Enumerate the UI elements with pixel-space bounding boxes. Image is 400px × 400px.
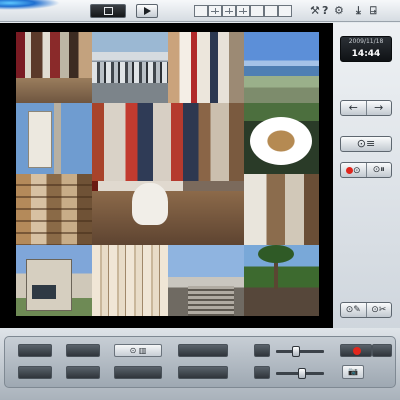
camera-5-view[interactable] — [16, 103, 92, 174]
alarm-record-button[interactable] — [340, 344, 372, 357]
layout-16-button[interactable] — [236, 5, 250, 17]
camera-3-view[interactable] — [168, 32, 244, 103]
brightness-slider-knob[interactable] — [292, 346, 300, 357]
camera-13-view[interactable] — [244, 245, 319, 316]
camera-7-view[interactable] — [244, 103, 319, 174]
camera-9-view[interactable] — [244, 174, 319, 245]
record-indicator-icon — [353, 347, 361, 355]
camera-tools-button[interactable]: ⊙✂ — [365, 303, 392, 317]
layout-1-button[interactable] — [194, 5, 208, 17]
alarm-stop-button[interactable] — [372, 344, 392, 357]
brightness-slider-track[interactable] — [276, 350, 324, 353]
ptz-up-left-button[interactable] — [18, 344, 52, 357]
layout-16-icon — [239, 8, 247, 14]
zoom-icon: ⊙ ▥ — [129, 346, 147, 355]
dog-figure — [132, 183, 168, 225]
volume-button[interactable] — [254, 366, 270, 379]
layout-4-button[interactable] — [208, 5, 222, 17]
camera-edit-button[interactable]: ⊙✎ — [341, 303, 366, 317]
layout-9-button[interactable] — [222, 5, 236, 17]
clock-date: 2009/11/18 — [348, 38, 384, 45]
camera-6-view[interactable] — [92, 103, 244, 245]
prev-page-button[interactable]: ← — [341, 101, 366, 115]
record-controls: ⊙ ⊙⏸ — [340, 162, 392, 178]
camera-8-view[interactable] — [16, 174, 92, 245]
auto-mode-button[interactable] — [178, 366, 228, 379]
record-pause-button[interactable]: ⊙⏸ — [365, 163, 392, 177]
ptz-up-button[interactable] — [66, 344, 100, 357]
camera-11-view[interactable] — [92, 245, 168, 316]
snapshot-button[interactable] — [264, 5, 278, 17]
zoom-button[interactable] — [250, 5, 264, 17]
record-dot-icon — [345, 166, 353, 174]
camera-10-view[interactable] — [16, 245, 92, 316]
zoom-control-button[interactable]: ⊙ ▥ — [114, 344, 162, 357]
camera-settings-controls: ⊙✎ ⊙✂ — [340, 302, 392, 318]
camera-12-view[interactable] — [168, 245, 244, 316]
fullscreen-button[interactable] — [278, 5, 292, 17]
ptz-down-left-button[interactable] — [18, 366, 52, 379]
preset-button[interactable] — [114, 366, 162, 379]
camera-4-view[interactable] — [244, 32, 319, 103]
live-view-button[interactable] — [90, 4, 126, 18]
camera-icon: 📷 — [348, 367, 358, 376]
camera-1-view[interactable] — [16, 32, 92, 103]
record-button[interactable]: ⊙ — [341, 163, 366, 177]
tools-icon[interactable]: ⚒ — [310, 4, 320, 18]
layout-4-icon — [211, 8, 219, 14]
download-icon[interactable]: ⤓ — [356, 4, 361, 18]
play-icon — [144, 7, 151, 15]
exit-icon[interactable]: ⍈ — [370, 4, 377, 18]
sequence-button[interactable]: ⊙≡ — [340, 136, 392, 152]
sequence-icon: ⊙≡ — [356, 137, 376, 150]
setup-icon[interactable]: ⚙ — [334, 4, 344, 18]
volume-slider-knob[interactable] — [298, 368, 306, 379]
camera-grid — [16, 32, 319, 316]
focus-control-button[interactable] — [178, 344, 228, 357]
ptz-down-button[interactable] — [66, 366, 100, 379]
camera-snapshot-button[interactable]: 📷 — [342, 365, 364, 379]
layout-9-icon — [225, 8, 233, 14]
next-page-button[interactable]: → — [365, 101, 392, 115]
monitor-icon — [104, 7, 113, 15]
camera-2-view[interactable] — [92, 32, 168, 103]
clock-time: 14:44 — [351, 49, 381, 59]
page-nav: ← → — [340, 100, 392, 116]
logo-glow — [0, 0, 60, 10]
brightness-button[interactable] — [254, 344, 270, 357]
playback-button[interactable] — [136, 4, 158, 18]
help-icon[interactable]: ? — [322, 4, 328, 18]
